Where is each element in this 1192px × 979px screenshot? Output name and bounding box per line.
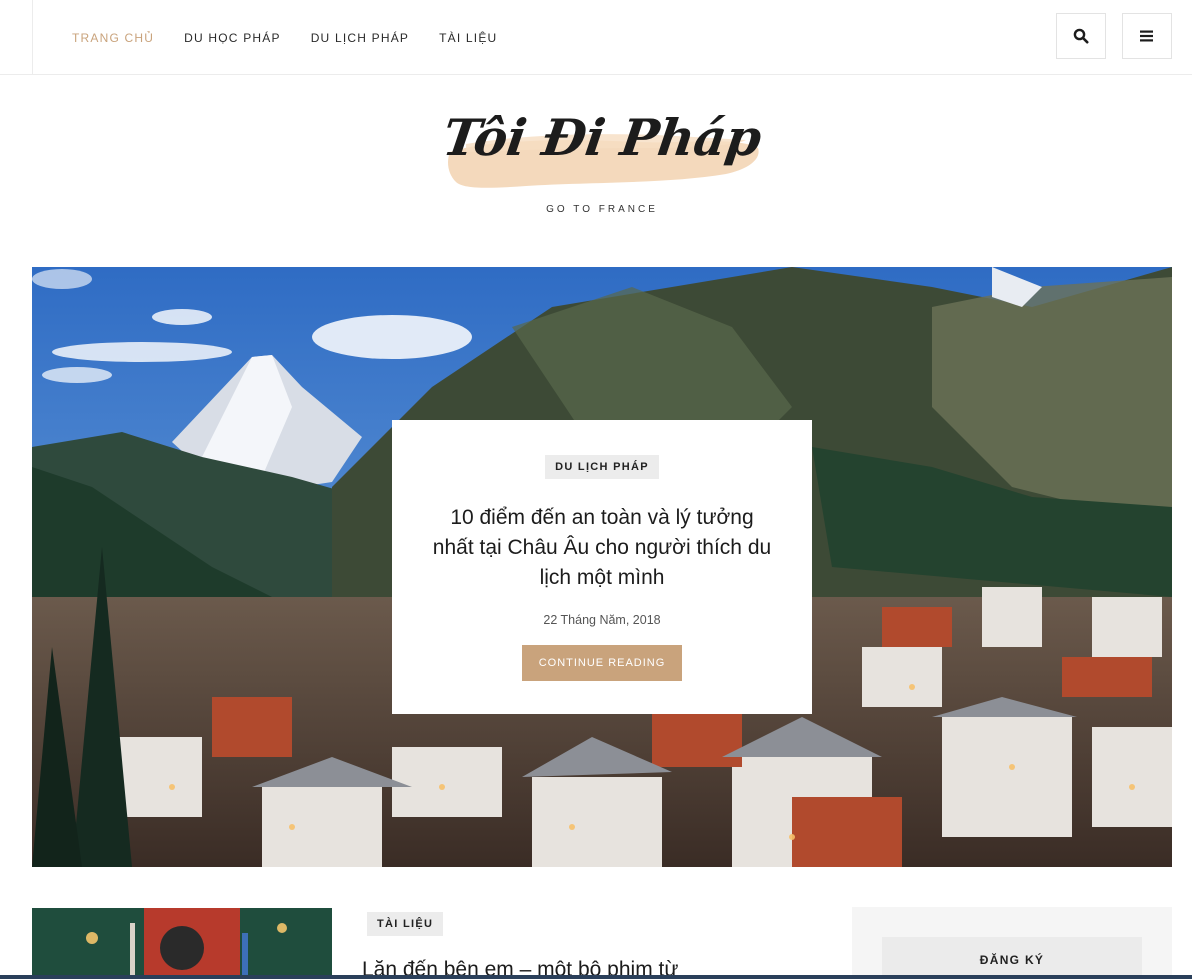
category-badge[interactable]: TÀI LIỆU <box>367 912 444 936</box>
continue-reading-button[interactable]: CONTINUE READING <box>521 645 683 681</box>
featured-post-title[interactable]: 10 điểm đến an toàn và lý tưởng nhất tại… <box>432 503 772 593</box>
hamburger-icon <box>1140 30 1153 42</box>
bottom-bar <box>0 975 1192 979</box>
post-thumbnail[interactable] <box>32 908 332 979</box>
featured-post-card: DU LỊCH PHÁP 10 điểm đến an toàn và lý t… <box>392 420 812 714</box>
widget-heading: ĐĂNG KÝ <box>882 937 1142 979</box>
category-badge[interactable]: DU LỊCH PHÁP <box>545 455 659 479</box>
post-date: 22 Tháng Năm, 2018 <box>543 613 661 627</box>
sidebar-subscribe-widget: ĐĂNG KÝ <box>852 907 1172 979</box>
nav-item-home[interactable]: TRANG CHỦ <box>72 31 154 45</box>
nav-item-study-in-france[interactable]: DU HỌC PHÁP <box>184 31 281 45</box>
menu-button[interactable] <box>1122 13 1172 59</box>
top-navigation: TRANG CHỦ DU HỌC PHÁP DU LỊCH PHÁP TÀI L… <box>0 0 1192 75</box>
search-button[interactable] <box>1056 13 1106 59</box>
nav-item-travel-france[interactable]: DU LỊCH PHÁP <box>311 31 409 45</box>
logo-wordmark: Tôi Đi Pháp <box>439 108 765 167</box>
main-menu: TRANG CHỦ DU HỌC PHÁP DU LỊCH PHÁP TÀI L… <box>72 0 497 75</box>
divider <box>32 0 33 75</box>
site-logo[interactable]: Tôi Đi Pháp GO TO FRANCE <box>439 100 764 225</box>
post-thumbnail-image <box>32 908 332 979</box>
logo-tagline: GO TO FRANCE <box>546 204 658 215</box>
featured-post-hero[interactable]: DU LỊCH PHÁP 10 điểm đến an toàn và lý t… <box>32 267 1172 867</box>
search-icon <box>1073 28 1089 44</box>
nav-item-documents[interactable]: TÀI LIỆU <box>439 31 497 45</box>
